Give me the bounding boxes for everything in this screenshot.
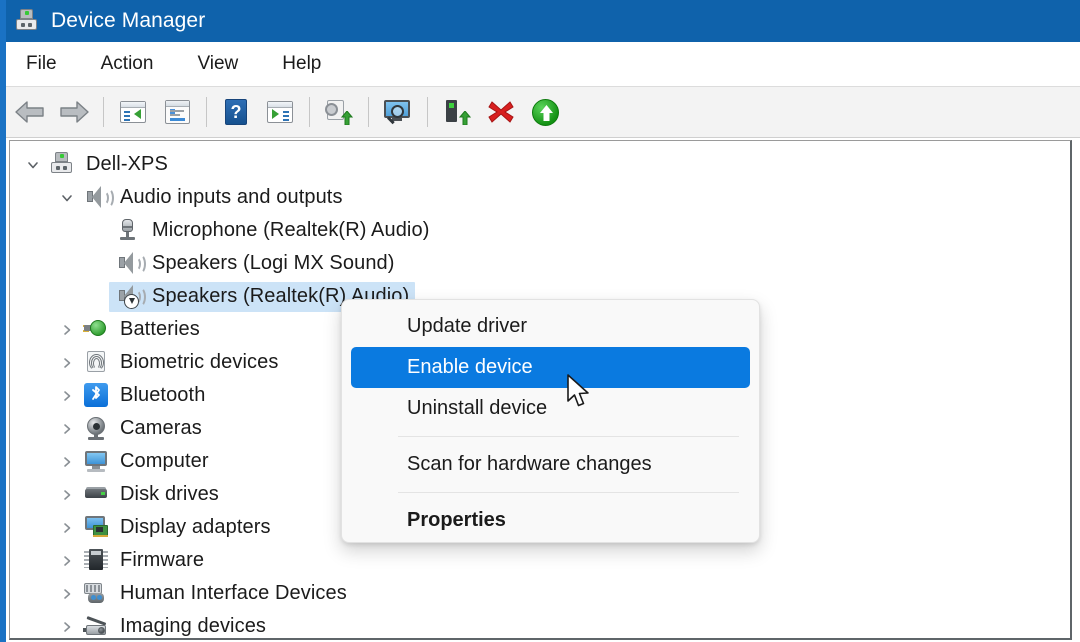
- menu-view[interactable]: View: [193, 50, 242, 78]
- update-device-button[interactable]: [523, 92, 567, 132]
- update-driver-button[interactable]: [317, 92, 361, 132]
- properties-button[interactable]: [155, 92, 199, 132]
- display-adapter-icon: [83, 514, 109, 540]
- toolbar-separator: [206, 97, 207, 127]
- tree-row-imaging-devices[interactable]: Imaging devices: [10, 610, 1070, 638]
- speaker-icon: [83, 184, 114, 210]
- help-icon: ?: [225, 99, 247, 125]
- ctx-update-driver[interactable]: Update driver: [351, 306, 750, 347]
- ctx-scan-for-hardware-changes[interactable]: Scan for hardware changes: [351, 444, 750, 485]
- ctx-properties[interactable]: Properties: [351, 500, 750, 541]
- back-arrow-icon: [15, 101, 44, 123]
- disk-drive-icon: [83, 481, 109, 507]
- red-x-icon: [488, 101, 514, 123]
- chevron-right-icon[interactable]: [58, 618, 76, 636]
- disable-device-button[interactable]: [479, 92, 523, 132]
- tree-label: Computer: [120, 450, 209, 472]
- back-button[interactable]: [8, 92, 52, 132]
- chevron-right-icon[interactable]: [58, 387, 76, 405]
- tree-row-speakers-logi[interactable]: Speakers (Logi MX Sound): [10, 247, 1070, 280]
- computer-device-icon: [49, 151, 75, 177]
- window-left-edge: [0, 0, 6, 642]
- context-menu-separator: [398, 492, 739, 493]
- fingerprint-icon: [83, 349, 109, 375]
- chevron-right-icon[interactable]: [58, 486, 76, 504]
- show-hide-action-pane-button[interactable]: [258, 92, 302, 132]
- battery-icon: [83, 316, 109, 342]
- device-manager-window: Device Manager File Action View Help ? D…: [0, 0, 1080, 642]
- tree-label: Dell-XPS: [86, 153, 168, 175]
- tree-row-microphone[interactable]: Microphone (Realtek(R) Audio): [10, 214, 1070, 247]
- chevron-right-icon[interactable]: [58, 420, 76, 438]
- chevron-down-icon[interactable]: [24, 156, 42, 174]
- title-bar: Device Manager: [0, 0, 1080, 42]
- tree-label: Human Interface Devices: [120, 582, 347, 604]
- chevron-right-icon[interactable]: [58, 585, 76, 603]
- window-title: Device Manager: [51, 9, 206, 32]
- enable-device-button[interactable]: [435, 92, 479, 132]
- green-arrow-glyph: [459, 111, 471, 125]
- chevron-down-icon[interactable]: [58, 189, 76, 207]
- forward-arrow-icon: [60, 101, 89, 123]
- microphone-icon: [115, 217, 141, 243]
- menu-help[interactable]: Help: [278, 50, 325, 78]
- green-up-arrow-icon: [531, 98, 559, 126]
- ctx-enable-device[interactable]: Enable device: [351, 347, 750, 388]
- green-arrow-glyph: [341, 111, 353, 125]
- firmware-chip-icon: [83, 547, 109, 573]
- device-manager-icon: [14, 8, 40, 34]
- tree-row-human-interface-devices[interactable]: Human Interface Devices: [10, 577, 1070, 610]
- tree-label: Bluetooth: [120, 384, 206, 406]
- tree-label: Imaging devices: [120, 615, 267, 637]
- forward-button[interactable]: [52, 92, 96, 132]
- update-driver-icon: [325, 99, 353, 125]
- tree-row-dell-xps[interactable]: Dell-XPS: [10, 148, 1070, 181]
- imaging-device-icon: [83, 613, 109, 638]
- tree-row-audio-inputs-and-outputs[interactable]: Audio inputs and outputs: [10, 181, 1070, 214]
- bluetooth-icon: [84, 383, 110, 409]
- disabled-arrow-badge: [124, 294, 139, 309]
- hid-icon: [83, 580, 109, 606]
- toolbar-separator: [427, 97, 428, 127]
- tree-label: Disk drives: [120, 483, 219, 505]
- toolbar: ?: [0, 86, 1080, 138]
- chevron-right-icon[interactable]: [58, 321, 76, 339]
- speaker-disabled-icon: [115, 283, 146, 309]
- console-tree-icon: [120, 101, 146, 123]
- speaker-icon: [115, 250, 146, 276]
- action-pane-icon: [267, 101, 293, 123]
- enable-device-icon: [443, 99, 471, 125]
- properties-icon: [164, 100, 190, 124]
- tree-label: Biometric devices: [120, 351, 279, 373]
- camera-icon: [83, 415, 109, 441]
- toolbar-separator: [368, 97, 369, 127]
- show-hide-console-tree-button[interactable]: [111, 92, 155, 132]
- tree-label: Firmware: [120, 549, 205, 571]
- tree-row-firmware[interactable]: Firmware: [10, 544, 1070, 577]
- menu-file[interactable]: File: [22, 50, 61, 78]
- ctx-uninstall-device[interactable]: Uninstall device: [351, 388, 750, 429]
- tree-label: Display adapters: [120, 516, 271, 538]
- tree-label: Speakers (Logi MX Sound): [152, 252, 395, 274]
- device-context-menu[interactable]: Update driver Enable device Uninstall de…: [341, 299, 760, 543]
- chevron-right-icon[interactable]: [58, 354, 76, 372]
- menu-bar: File Action View Help: [0, 42, 1080, 86]
- scan-for-hardware-changes-button[interactable]: [376, 92, 420, 132]
- menu-action[interactable]: Action: [97, 50, 158, 78]
- chevron-right-icon[interactable]: [58, 552, 76, 570]
- toolbar-separator: [309, 97, 310, 127]
- scan-hardware-icon: [383, 99, 413, 125]
- monitor-icon: [83, 448, 109, 474]
- help-button[interactable]: ?: [214, 92, 258, 132]
- tree-label: Audio inputs and outputs: [120, 186, 343, 208]
- tree-label: Microphone (Realtek(R) Audio): [152, 219, 430, 241]
- toolbar-separator: [103, 97, 104, 127]
- context-menu-separator: [398, 436, 739, 437]
- tree-label: Batteries: [120, 318, 200, 340]
- chevron-right-icon[interactable]: [58, 519, 76, 537]
- tree-label: Cameras: [120, 417, 202, 439]
- chevron-right-icon[interactable]: [58, 453, 76, 471]
